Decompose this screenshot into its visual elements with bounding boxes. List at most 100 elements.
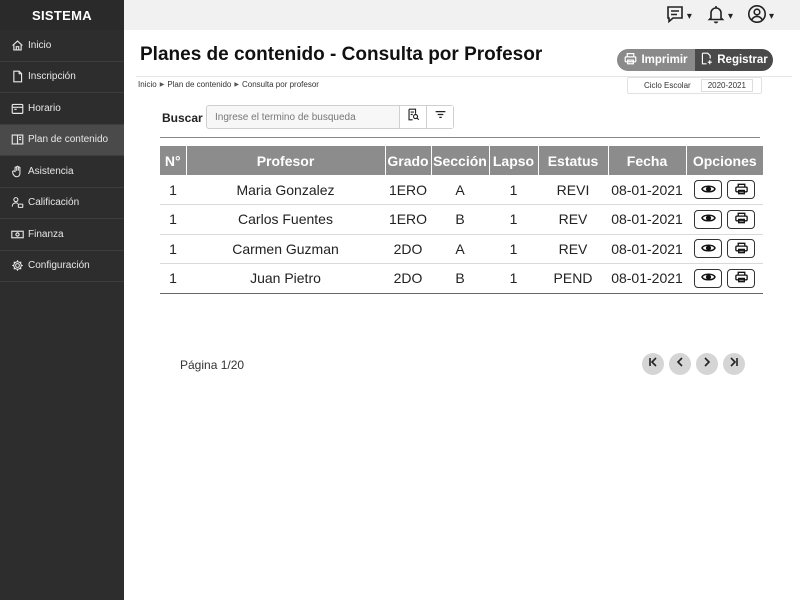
breadcrumb-arrow-icon: ▶ — [234, 82, 239, 88]
view-button[interactable] — [694, 209, 722, 229]
prev-page-button[interactable] — [669, 353, 691, 375]
gear-icon — [10, 259, 24, 273]
filter-icon — [434, 108, 447, 126]
book-icon — [10, 133, 24, 147]
cell-options — [686, 263, 763, 294]
cell-grade: 2DO — [385, 263, 431, 294]
cell-term: 1 — [489, 263, 538, 294]
cell-term: 1 — [489, 204, 538, 235]
search-box — [206, 105, 454, 129]
register-button[interactable]: Registrar — [695, 49, 773, 71]
column-header: Sección — [430, 146, 489, 175]
sidebar-item-asistencia[interactable]: Asistencia — [0, 156, 124, 188]
pagination-controls — [642, 353, 745, 375]
sidebar-item-inicio[interactable]: Inicio — [0, 30, 124, 62]
print-row-button[interactable] — [727, 209, 755, 229]
table-row: 1 Juan Pietro 2DO B 1 PEND 08-01-2021 — [160, 263, 763, 294]
search-label: Buscar — [162, 111, 203, 125]
document-icon — [10, 70, 24, 84]
print-button[interactable]: Imprimir — [617, 49, 695, 71]
cell-options — [686, 204, 763, 235]
print-button-label: Imprimir — [641, 54, 688, 66]
chevron-left-icon — [674, 355, 686, 373]
column-header: N° — [160, 146, 186, 175]
search-button[interactable] — [399, 106, 426, 128]
breadcrumb-item[interactable]: Plan de contenido — [167, 80, 231, 89]
sidebar-item-label: Inicio — [28, 39, 52, 51]
breadcrumb-item[interactable]: Inicio — [138, 80, 157, 89]
chevron-down-icon: ▾ — [727, 11, 733, 22]
sidebar-item-calificacion[interactable]: Calificación — [0, 188, 124, 219]
user-circle-icon — [747, 4, 767, 29]
cell-term: 1 — [489, 234, 538, 264]
sidebar-item-configuracion[interactable]: Configuración — [0, 251, 124, 282]
view-button[interactable] — [694, 239, 722, 259]
user-grade-icon — [10, 196, 24, 210]
cell-status: REVI — [538, 175, 608, 205]
view-button[interactable] — [694, 180, 722, 199]
user-menu[interactable]: ▾ — [747, 4, 774, 29]
sidebar-item-label: Calificación — [28, 197, 80, 209]
last-page-icon — [728, 355, 740, 373]
print-row-button[interactable] — [727, 239, 755, 259]
bell-icon — [706, 4, 726, 29]
column-header: Fecha — [607, 146, 686, 175]
column-header: Estatus — [537, 146, 608, 175]
filter-button[interactable] — [426, 106, 453, 128]
printer-icon — [734, 241, 749, 257]
cell-teacher: Juan Pietro — [186, 263, 385, 294]
school-cycle-value[interactable]: 2020-2021 — [700, 79, 753, 92]
message-icon — [665, 4, 685, 29]
add-document-icon — [700, 52, 713, 68]
sidebar-item-finanza[interactable]: Finanza — [0, 219, 124, 251]
table-row: 1 Carmen Guzman 2DO A 1 REV 08-01-2021 — [160, 234, 763, 264]
cell-grade: 2DO — [385, 234, 431, 264]
cell-status: PEND — [538, 263, 608, 294]
next-page-button[interactable] — [696, 353, 718, 375]
cell-number: 1 — [160, 175, 186, 205]
column-header: Grado — [384, 146, 431, 175]
first-page-icon — [647, 355, 659, 373]
sidebar-item-label: Finanza — [28, 228, 64, 240]
sidebar: SISTEMA Inicio Inscripción Horario Plan … — [0, 0, 124, 600]
hand-icon — [10, 164, 24, 178]
print-row-button[interactable] — [727, 180, 755, 199]
last-page-button[interactable] — [723, 353, 745, 375]
view-button[interactable] — [694, 268, 722, 288]
notifications-menu[interactable]: ▾ — [706, 4, 733, 29]
cell-term: 1 — [489, 175, 538, 205]
table-row: 1 Maria Gonzalez 1ERO A 1 REVI 08-01-202… — [160, 175, 763, 205]
table-row: 1 Carlos Fuentes 1ERO B 1 REV 08-01-2021 — [160, 204, 763, 235]
sidebar-item-label: Inscripción — [28, 71, 76, 83]
eye-icon — [700, 270, 716, 286]
sidebar-item-plan-de-contenido[interactable]: Plan de contenido — [0, 124, 124, 156]
cell-date: 08-01-2021 — [608, 234, 686, 264]
print-row-button[interactable] — [727, 268, 755, 288]
sidebar-item-label: Configuración — [28, 260, 90, 272]
cell-section: B — [431, 204, 489, 235]
breadcrumb-item: Consulta por profesor — [242, 80, 319, 89]
cell-number: 1 — [160, 234, 186, 264]
cell-section: B — [431, 263, 489, 294]
first-page-button[interactable] — [642, 353, 664, 375]
column-header: Lapso — [488, 146, 538, 175]
sidebar-item-label: Asistencia — [28, 165, 74, 177]
register-button-label: Registrar — [717, 54, 768, 66]
eye-icon — [700, 182, 716, 198]
messages-menu[interactable]: ▾ — [665, 4, 692, 29]
search-input[interactable] — [207, 106, 399, 128]
cell-teacher: Carmen Guzman — [186, 234, 385, 264]
cell-number: 1 — [160, 204, 186, 235]
calendar-icon — [10, 101, 24, 115]
pagination-text: Página 1/20 — [180, 358, 245, 372]
sidebar-item-inscripcion[interactable]: Inscripción — [0, 62, 124, 93]
cell-section: A — [431, 175, 489, 205]
cell-date: 08-01-2021 — [608, 263, 686, 294]
content-plans-table: N° Profesor Grado Sección Lapso Estatus … — [160, 146, 763, 294]
search-document-icon — [407, 108, 420, 126]
school-cycle-label: Ciclo Escolar — [644, 81, 691, 90]
table-header-row: N° Profesor Grado Sección Lapso Estatus … — [160, 146, 763, 175]
cell-status: REV — [538, 234, 608, 264]
cell-grade: 1ERO — [385, 175, 431, 205]
sidebar-item-horario[interactable]: Horario — [0, 93, 124, 125]
